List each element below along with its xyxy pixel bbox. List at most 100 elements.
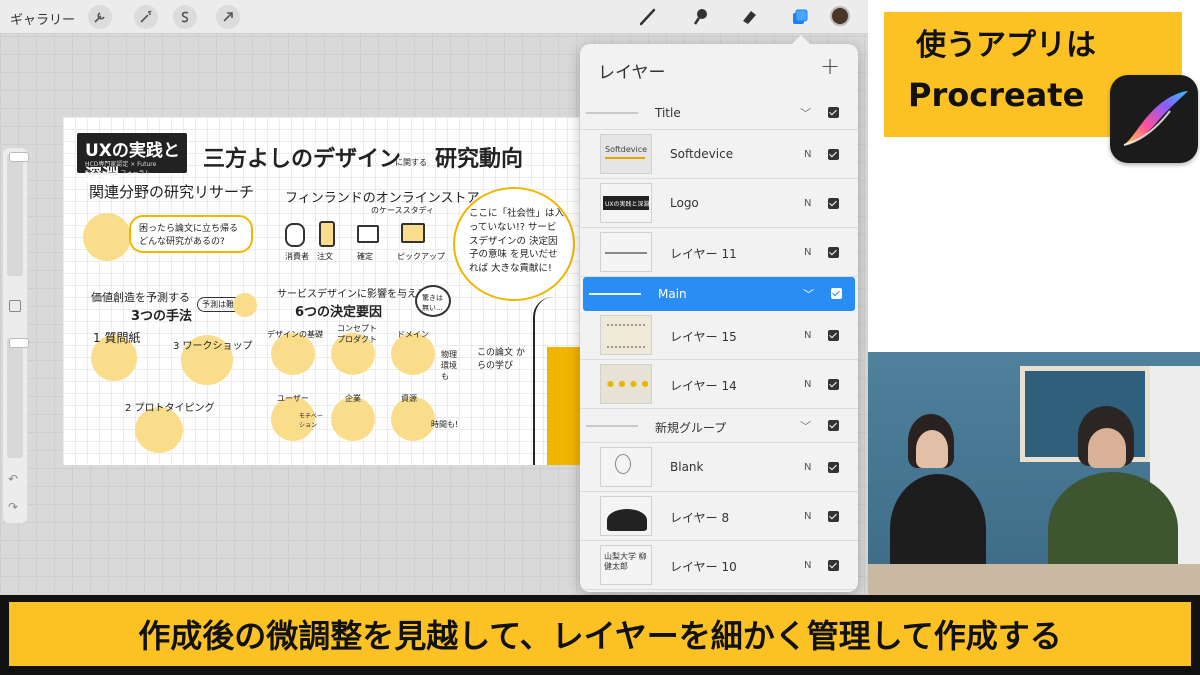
layer-row-layer-11[interactable]: レイヤー 11 N xyxy=(580,228,858,277)
layers-header: レイヤー + xyxy=(580,44,858,96)
blend-mode[interactable]: N xyxy=(804,198,811,209)
layer-group-title[interactable]: Title ﹀ xyxy=(580,96,858,130)
visibility-checkbox[interactable] xyxy=(828,149,839,160)
eraser-icon[interactable] xyxy=(737,5,761,29)
layer-name: Title xyxy=(655,106,681,120)
blend-mode[interactable]: N xyxy=(804,149,811,160)
layer-row-softdevice[interactable]: Softdevice Softdevice N xyxy=(580,130,858,179)
layer-name: Logo xyxy=(670,196,699,210)
color-picker-button[interactable] xyxy=(830,6,850,26)
add-layer-button[interactable]: + xyxy=(820,52,840,80)
flow-step-4: ピックアップ xyxy=(397,252,445,261)
drawing-canvas[interactable]: UXの実践と深淵 HCD専門家認定 × Future Experience フォ… xyxy=(63,117,583,465)
layer-thumbnail xyxy=(600,496,652,536)
factor-label-4: 物理 環境も xyxy=(441,350,457,381)
chevron-down-icon[interactable]: ﹀ xyxy=(800,105,811,121)
phone-icon xyxy=(319,221,335,247)
visibility-checkbox[interactable] xyxy=(828,379,839,390)
redo-icon[interactable]: ↷ xyxy=(8,500,18,514)
webcam-video xyxy=(868,352,1200,595)
group-line xyxy=(586,425,638,427)
layer-row-layer-15[interactable]: レイヤー 15 N xyxy=(580,311,858,360)
flow-step-1: 消費者 xyxy=(285,252,309,261)
method-2: 2 プロトタイピング xyxy=(125,403,215,414)
gallery-button[interactable]: ギャラリー xyxy=(10,9,75,28)
layer-row-layer-8[interactable]: レイヤー 8 N xyxy=(580,492,858,541)
layer-name: レイヤー 10 xyxy=(670,560,737,574)
app-promo: 使うアプリは Procreate xyxy=(868,0,1200,352)
thumbnail-text: Softdevice xyxy=(605,145,648,154)
layer-name: レイヤー 15 xyxy=(670,330,737,344)
undo-icon[interactable]: ↶ xyxy=(8,472,18,486)
magic-wand-icon[interactable] xyxy=(134,5,158,29)
transform-arrow-icon[interactable] xyxy=(216,5,240,29)
popover-caret xyxy=(792,35,810,44)
modify-button[interactable] xyxy=(9,300,21,312)
drawing-title-connector: に関する xyxy=(395,158,427,167)
drawing-title: 三方よしのデザイン xyxy=(203,147,402,172)
blend-mode[interactable]: N xyxy=(804,247,811,258)
flow-step-3: 確定 xyxy=(357,252,373,261)
flow-step-2: 注文 xyxy=(317,252,333,261)
surprise-text: 驚きは 無い… xyxy=(422,294,443,312)
thumbnail-dots: ● ● ● ● xyxy=(607,379,650,388)
blend-mode[interactable]: N xyxy=(804,330,811,341)
thumbnail-scribble xyxy=(605,252,647,254)
reading-person-illustration xyxy=(83,213,131,261)
visibility-checkbox[interactable] xyxy=(828,198,839,209)
visibility-checkbox[interactable] xyxy=(828,560,839,571)
procreate-app: ギャラリー ↶ ↷ UXの実践と深淵 HCD専門家認定 × Future Exp… xyxy=(0,0,868,595)
blend-mode[interactable]: N xyxy=(804,560,811,571)
factor-label-7: 企業 xyxy=(345,394,361,403)
blend-mode[interactable]: N xyxy=(804,379,811,390)
drawing-title-right: 研究動向 xyxy=(435,147,524,172)
brush-icon[interactable] xyxy=(636,5,660,29)
visibility-checkbox[interactable] xyxy=(828,247,839,258)
layer-row-layer-10[interactable]: 山梨大学 柳 健太郎 レイヤー 10 N xyxy=(580,541,858,590)
method-3: 3 ワークショップ xyxy=(173,341,253,352)
layer-thumbnail xyxy=(600,447,652,487)
group-line xyxy=(586,112,638,114)
blend-mode[interactable]: N xyxy=(804,462,811,473)
insight-text: ここに「社会性」は入っていない!? サービスデザインの 決定因子の意味 を見いだ… xyxy=(469,208,565,275)
presenter-body xyxy=(547,347,583,465)
section-value-methods-1: 価値創造を予測する xyxy=(91,291,190,304)
layer-thumbnail xyxy=(600,232,652,272)
factor-label-1: デザインの基礎 xyxy=(267,330,323,339)
visibility-checkbox[interactable] xyxy=(828,420,839,431)
subtitle-box: 作成後の微調整を見越して、レイヤーを細かく管理して作成する xyxy=(6,599,1194,669)
layers-icon[interactable] xyxy=(788,5,812,29)
layer-name: レイヤー 8 xyxy=(670,511,730,525)
layer-name: Main xyxy=(658,287,687,301)
visibility-checkbox[interactable] xyxy=(831,288,842,299)
layer-row-logo[interactable]: UXの実践と深淵 Logo N xyxy=(580,179,858,228)
layer-thumbnail: Softdevice xyxy=(600,134,652,174)
smudge-icon[interactable] xyxy=(688,5,712,29)
visibility-checkbox[interactable] xyxy=(828,107,839,118)
section-related-research: 関連分野の研究リサーチ xyxy=(89,183,255,201)
section-factors-1: サービスデザインに影響を与える xyxy=(277,289,427,300)
layer-name: Softdevice xyxy=(670,147,734,161)
layer-row-layer-14[interactable]: ● ● ● ● レイヤー 14 N xyxy=(580,360,858,409)
visibility-checkbox[interactable] xyxy=(828,330,839,341)
consumer-icon xyxy=(285,223,305,247)
visibility-checkbox[interactable] xyxy=(828,462,839,473)
selection-icon[interactable] xyxy=(173,5,197,29)
layer-group-main[interactable]: Main ﹀ xyxy=(583,277,855,311)
layer-group-new[interactable]: 新規グループ ﹀ xyxy=(580,409,858,443)
opacity-slider[interactable] xyxy=(7,338,29,458)
brush-size-slider[interactable] xyxy=(7,152,29,276)
section-value-methods-2: 3つの手法 xyxy=(131,309,193,324)
brush-size-thumb[interactable] xyxy=(9,152,29,162)
thumbnail-underline xyxy=(605,157,645,159)
layer-row-blank[interactable]: Blank N xyxy=(580,443,858,492)
event-logo: UXの実践と深淵 HCD専門家認定 × Future Experience フォ… xyxy=(77,133,187,186)
layers-panel: レイヤー + Title ﹀ Softdevice Softdevice N U… xyxy=(580,44,858,592)
chevron-down-icon[interactable]: ﹀ xyxy=(803,286,814,302)
chevron-down-icon[interactable]: ﹀ xyxy=(800,418,811,434)
surprise-bubble: 驚きは 無い… xyxy=(415,285,451,317)
visibility-checkbox[interactable] xyxy=(828,511,839,522)
wrench-icon[interactable] xyxy=(88,5,112,29)
opacity-thumb[interactable] xyxy=(9,338,29,348)
blend-mode[interactable]: N xyxy=(804,511,811,522)
